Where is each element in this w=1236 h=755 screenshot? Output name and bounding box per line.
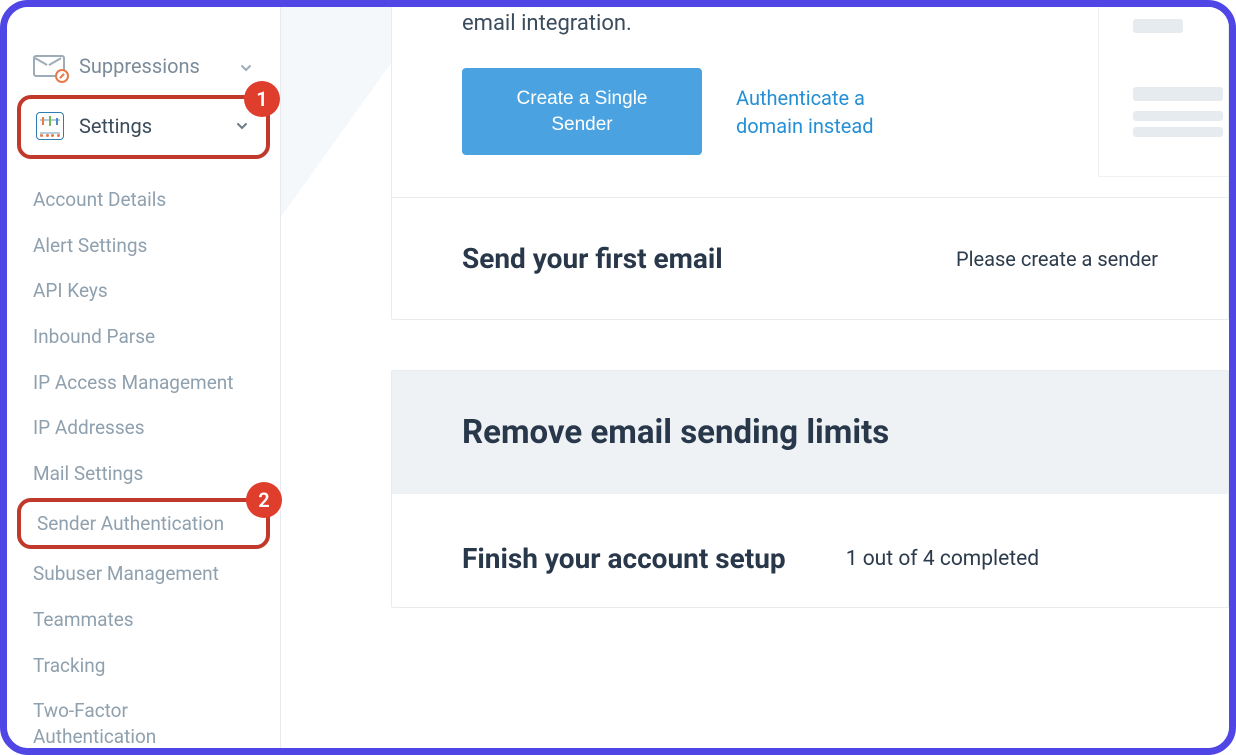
sidebar: Suppressions 1 Settings <box>7 7 281 748</box>
sidebar-item-mail-settings[interactable]: Mail Settings <box>7 451 280 497</box>
send-first-email-row[interactable]: Send your first email Please create a se… <box>392 197 1228 319</box>
sidebar-item-api-keys[interactable]: API Keys <box>7 268 280 314</box>
sidebar-item-account-details[interactable]: Account Details <box>7 177 280 223</box>
finish-setup-row[interactable]: Finish your account setup 1 out of 4 com… <box>392 494 1228 607</box>
create-single-sender-button[interactable]: Create a Single Sender <box>462 68 702 155</box>
sidebar-item-sender-authentication[interactable]: 2 Sender Authentication <box>17 498 270 549</box>
finish-setup-title: Finish your account setup <box>462 542 786 575</box>
annotation-badge-2: 2 <box>246 482 282 518</box>
settings-submenu: Account Details Alert Settings API Keys … <box>7 169 280 755</box>
illustration-placeholder <box>1098 7 1228 177</box>
sidebar-item-label: Sender Authentication <box>37 512 224 535</box>
remove-limits-card: Remove email sending limits Finish your … <box>391 370 1229 608</box>
chevron-down-icon <box>236 117 248 136</box>
remove-limits-header: Remove email sending limits <box>392 371 1228 494</box>
sidebar-item-subuser-management[interactable]: Subuser Management <box>7 551 280 597</box>
annotation-badge-1: 1 <box>244 81 280 117</box>
sidebar-item-settings[interactable]: 1 Settings <box>17 95 270 159</box>
sidebar-item-suppressions[interactable]: Suppressions <box>7 37 280 95</box>
intro-text: email integration. <box>462 7 1158 36</box>
main-content: email integration. Create a Single Sende… <box>281 7 1229 748</box>
send-first-email-title: Send your first email <box>462 242 723 275</box>
remove-limits-title: Remove email sending limits <box>462 413 1158 452</box>
sidebar-item-tracking[interactable]: Tracking <box>7 643 280 689</box>
sidebar-item-teammates[interactable]: Teammates <box>7 597 280 643</box>
sidebar-item-ip-access-management[interactable]: IP Access Management <box>7 360 280 406</box>
onboarding-card: email integration. Create a Single Sende… <box>391 7 1229 320</box>
sidebar-item-label: Suppressions <box>79 54 240 78</box>
suppressions-icon <box>33 51 63 81</box>
sidebar-item-alert-settings[interactable]: Alert Settings <box>7 223 280 269</box>
finish-setup-progress: 1 out of 4 completed <box>846 547 1039 571</box>
settings-icon <box>35 111 65 141</box>
authenticate-domain-link[interactable]: Authenticate a domain instead <box>736 84 916 140</box>
chevron-down-icon <box>240 59 254 73</box>
sidebar-item-inbound-parse[interactable]: Inbound Parse <box>7 314 280 360</box>
sidebar-item-label: Settings <box>79 114 236 138</box>
send-first-email-status: Please create a sender <box>956 247 1158 271</box>
sidebar-item-ip-addresses[interactable]: IP Addresses <box>7 405 280 451</box>
sidebar-item-two-factor-authentication[interactable]: Two-Factor Authentication <box>7 688 280 755</box>
